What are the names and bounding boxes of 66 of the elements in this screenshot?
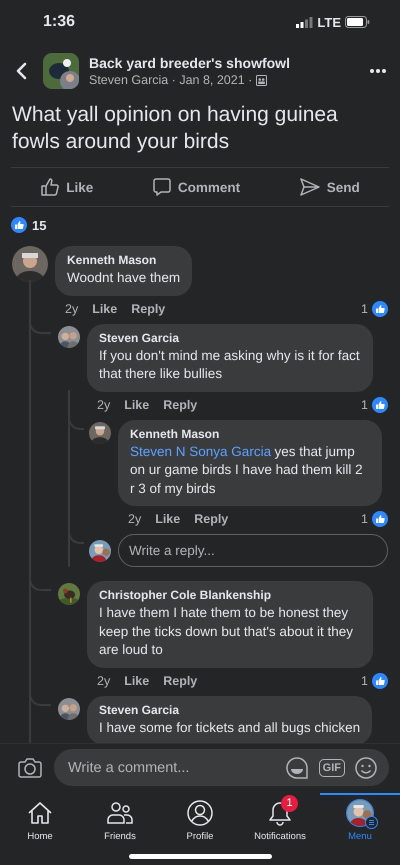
network-label: LTE xyxy=(317,14,341,30)
signal-icon xyxy=(296,16,314,28)
like-reaction-icon xyxy=(11,217,27,233)
speech-bubble-icon xyxy=(152,177,172,197)
more-icon[interactable] xyxy=(370,69,386,73)
gif-button[interactable]: GIF xyxy=(318,758,345,776)
post-meta: Steven Garcia · Jan 8, 2021 · xyxy=(89,73,252,87)
friends-tab[interactable]: Friends xyxy=(80,793,160,842)
paper-plane-icon xyxy=(298,177,321,197)
comment-age: 2y xyxy=(97,674,110,688)
like-count: 1 xyxy=(361,398,368,412)
home-icon xyxy=(27,801,53,825)
reply-link[interactable]: Reply xyxy=(163,674,198,688)
comment-text: I have some for tickets and all bugs chicken xyxy=(99,718,360,737)
status-time: 1:36 xyxy=(43,13,76,31)
like-reaction-icon xyxy=(372,672,388,688)
comment-author[interactable]: Kenneth Mason xyxy=(67,253,180,267)
notifications-tab[interactable]: 1 Notifications xyxy=(240,793,320,842)
friends-icon xyxy=(107,801,133,825)
emoji-icon[interactable] xyxy=(355,756,377,778)
like-link[interactable]: Like xyxy=(124,398,150,412)
like-link[interactable]: Like xyxy=(92,302,118,316)
like-reaction-icon xyxy=(372,511,388,527)
comment-button[interactable]: Comment xyxy=(142,168,250,206)
comment-age: 2y xyxy=(128,512,142,526)
mention-link[interactable]: Steven N Sonya Garcia xyxy=(130,444,272,458)
home-tab[interactable]: Home xyxy=(0,793,80,842)
notification-badge: 1 xyxy=(281,795,298,812)
like-count: 1 xyxy=(361,302,368,316)
like-count: 1 xyxy=(361,674,368,688)
post-text: What yall opinion on having guinea fowls around your birds xyxy=(12,102,339,155)
comment-author[interactable]: Kenneth Mason xyxy=(130,426,370,440)
comment-field[interactable]: Write a comment... GIF xyxy=(54,749,389,786)
comment-text: If you don't mind me asking why is it for fact that there like bullies xyxy=(99,346,361,383)
reply-link[interactable]: Reply xyxy=(194,512,228,526)
reaction-count[interactable]: 15 xyxy=(32,218,46,232)
sticker-icon[interactable] xyxy=(284,756,309,780)
group-icon xyxy=(256,74,268,86)
like-button[interactable]: Like xyxy=(30,168,104,206)
comment-text: Woodnt have them xyxy=(67,269,180,287)
camera-icon[interactable] xyxy=(18,756,42,778)
comment-author[interactable]: Steven Garcia xyxy=(99,330,361,344)
bell-icon xyxy=(267,800,293,826)
profile-icon xyxy=(187,800,213,826)
like-link[interactable]: Like xyxy=(155,512,180,526)
reply-field[interactable]: Write a reply... xyxy=(118,534,388,567)
menu-icon xyxy=(365,816,378,829)
comment-text: I have them I hate them to be honest they keep the ticks down but that's about it they are loud to xyxy=(99,604,354,659)
like-reaction-icon xyxy=(372,300,388,316)
back-icon[interactable] xyxy=(15,62,27,80)
reply-link[interactable]: Reply xyxy=(163,398,198,412)
battery-icon xyxy=(345,16,370,28)
comment-age: 2y xyxy=(97,398,110,412)
comment-text: Steven N Sonya Garcia yes that jump on ur game birds I have had them kill 2 r 3 of my birds xyxy=(130,442,364,498)
send-button[interactable]: Send xyxy=(288,168,370,206)
menu-tab[interactable]: Menu xyxy=(320,793,400,842)
reply-link[interactable]: Reply xyxy=(131,302,166,316)
profile-tab[interactable]: Profile xyxy=(160,793,240,842)
like-link[interactable]: Like xyxy=(124,674,150,688)
comment-author[interactable]: Christopher Cole Blankenship xyxy=(99,588,361,602)
like-count: 1 xyxy=(361,512,368,526)
comment-author[interactable]: Steven Garcia xyxy=(99,702,360,716)
thumbs-up-icon xyxy=(40,177,60,197)
comment-age: 2y xyxy=(65,302,78,316)
like-reaction-icon xyxy=(372,396,388,412)
group-name[interactable]: Back yard breeder's showfowl xyxy=(89,55,360,71)
